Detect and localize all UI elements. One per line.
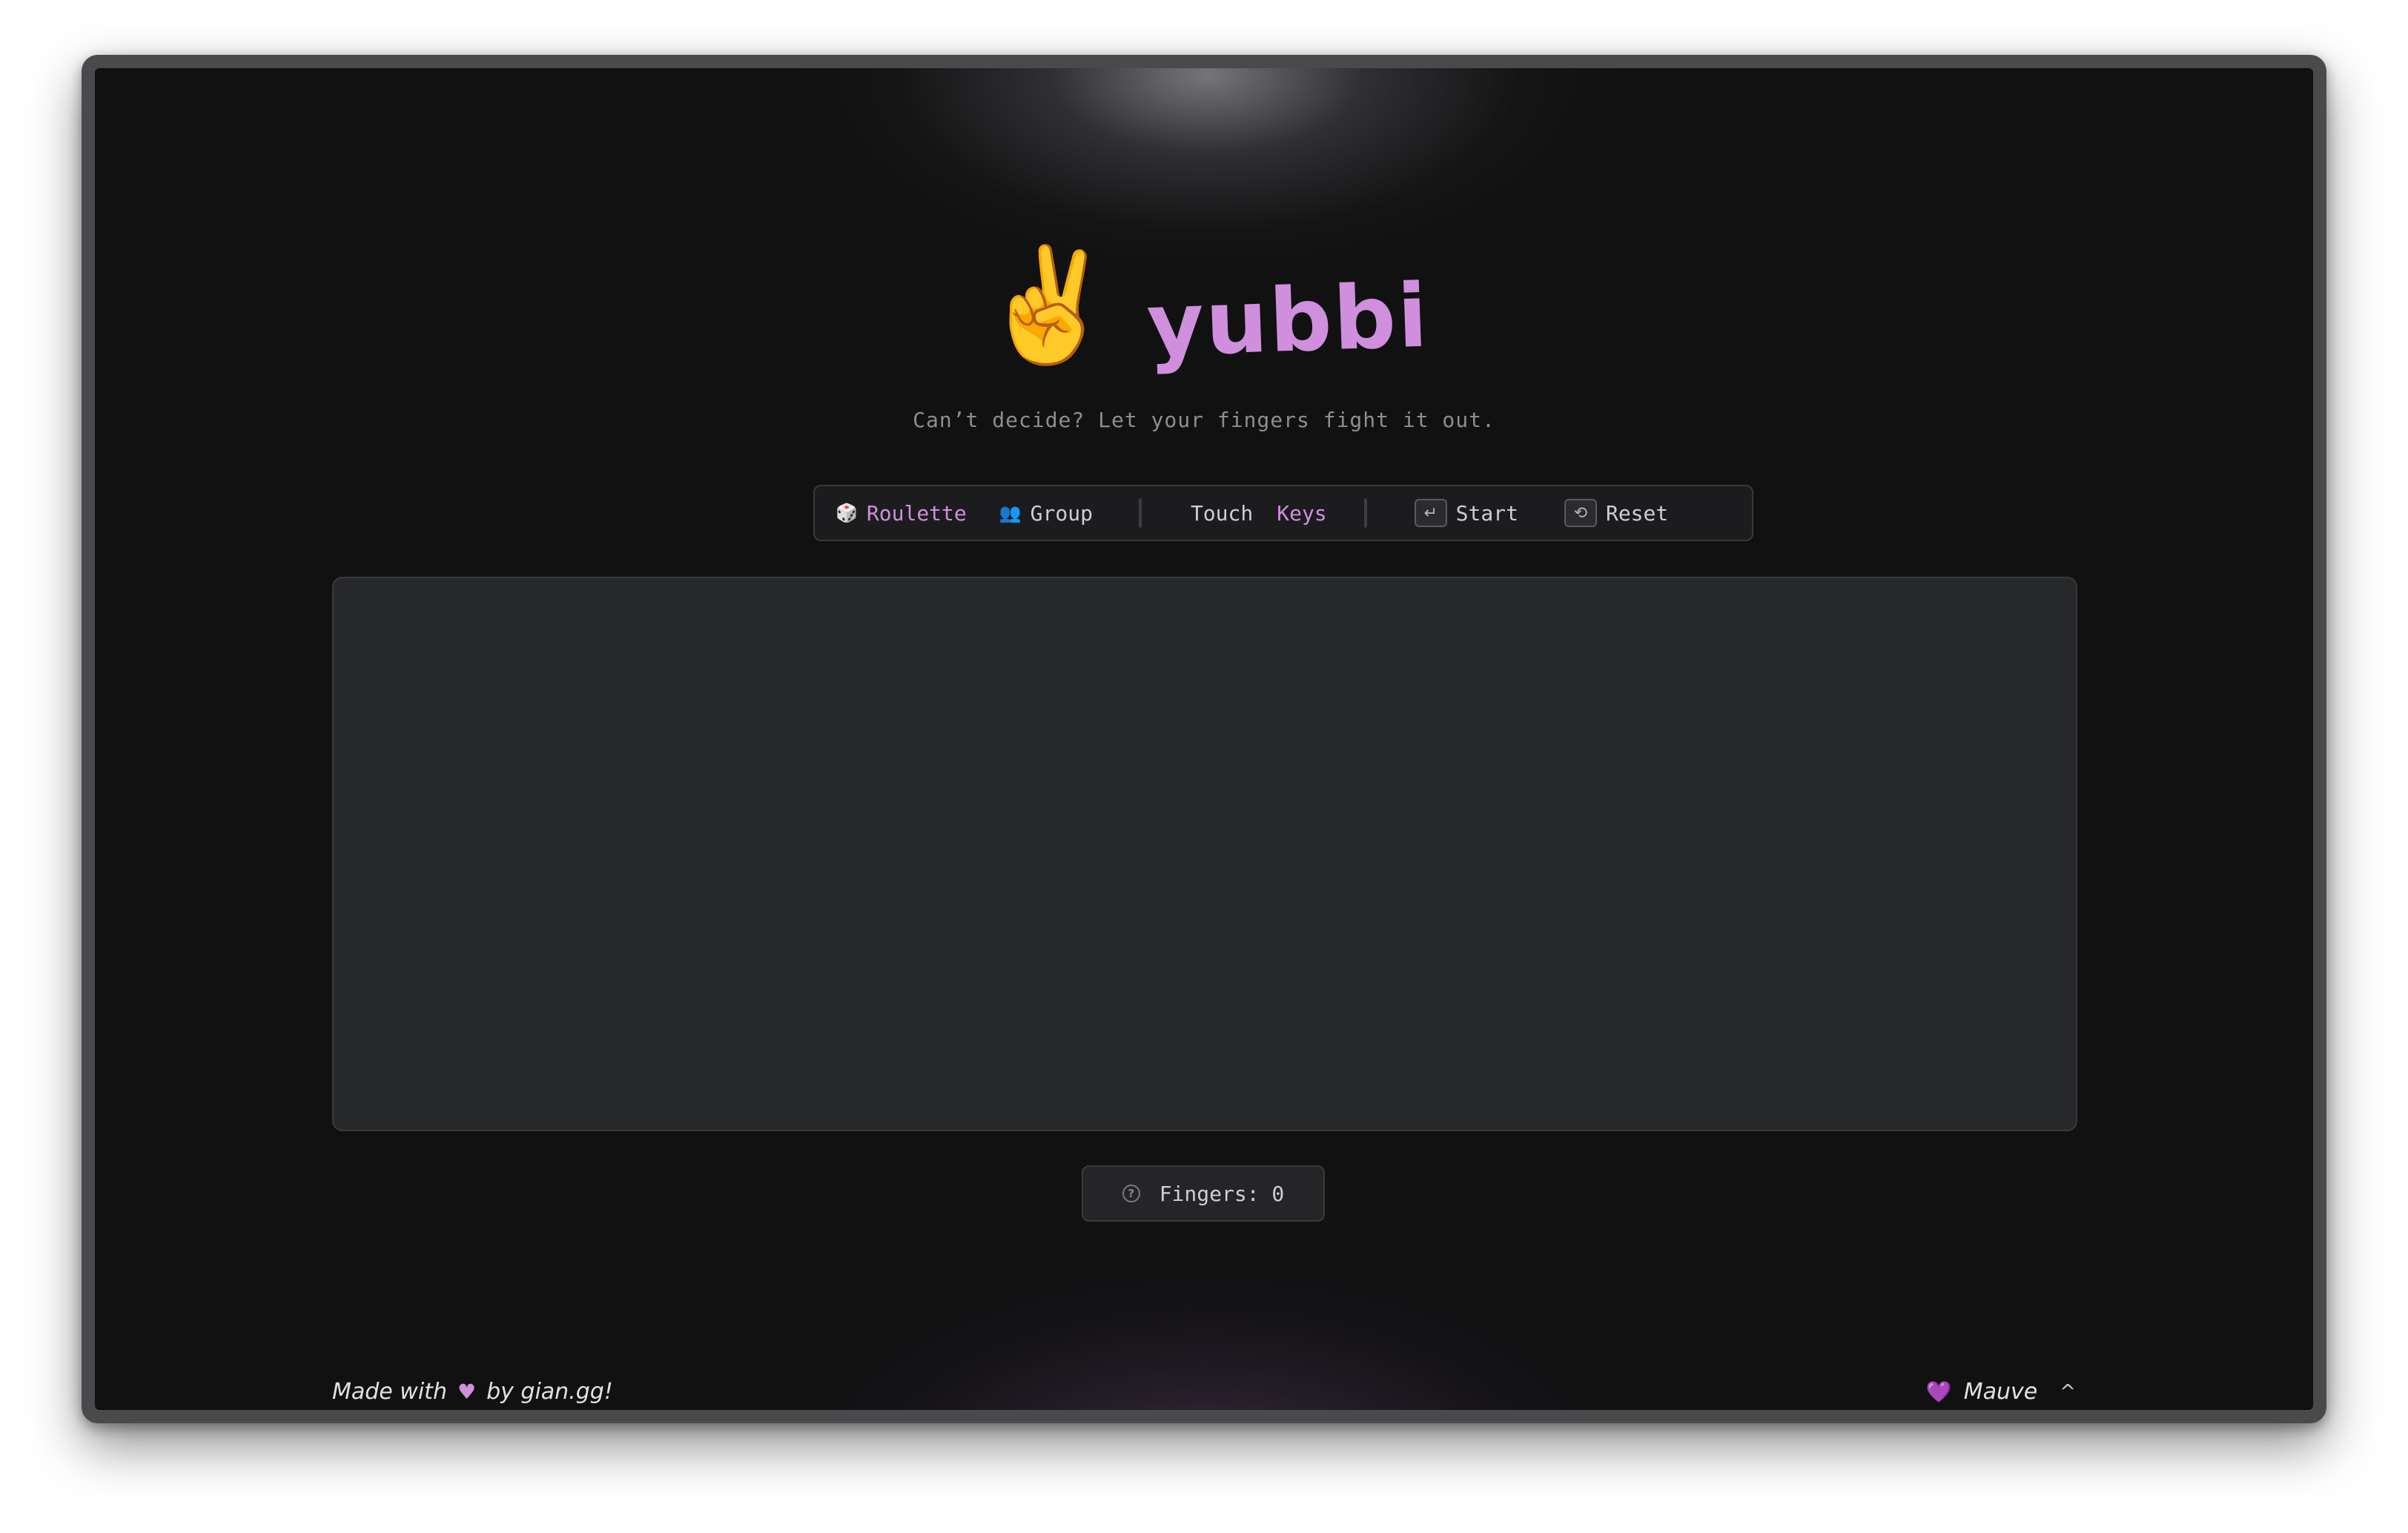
footer-made-with: Made with — [332, 1379, 447, 1405]
purple-heart-icon: 💜 — [1925, 1380, 1952, 1404]
logo-text: yubbi — [1145, 264, 1431, 377]
heart-icon: ♥ — [457, 1380, 477, 1404]
dice-icon: 🎲 — [836, 503, 858, 523]
chevron-up-icon: ^ — [2060, 1380, 2076, 1403]
touch-area[interactable] — [332, 577, 2077, 1131]
input-touch-button[interactable]: Touch — [1191, 501, 1253, 526]
mode-group-button[interactable]: 👥 Group — [999, 501, 1093, 526]
app-screen: ✌️ yubbi Can’t decide? Let your fingers … — [95, 68, 2313, 1410]
input-keys-label: Keys — [1277, 500, 1327, 526]
group-icon: 👥 — [999, 503, 1022, 523]
toolbar-divider — [1363, 498, 1367, 528]
footer-author-link[interactable]: by gian.gg! — [486, 1379, 613, 1405]
mode-group-label: Group — [1030, 500, 1093, 526]
help-icon[interactable]: ? — [1122, 1185, 1140, 1202]
theme-label: Mauve — [1963, 1379, 2038, 1405]
input-touch-label: Touch — [1190, 500, 1254, 526]
toolbar-divider — [1138, 498, 1142, 528]
app-content: ✌️ yubbi Can’t decide? Let your fingers … — [95, 68, 2313, 1410]
mode-roulette-label: Roulette — [866, 500, 967, 526]
logo: ✌️ yubbi — [95, 239, 2313, 387]
input-keys-button[interactable]: Keys — [1277, 501, 1326, 526]
reset-label: Reset — [1605, 500, 1669, 526]
start-label: Start — [1455, 500, 1518, 526]
enter-key-icon: ↵ — [1414, 499, 1447, 527]
victory-hand-icon: ✌️ — [979, 241, 1118, 370]
mode-roulette-button[interactable]: 🎲 Roulette — [836, 501, 967, 526]
reset-icon: ⟲ — [1564, 499, 1597, 527]
toolbar: 🎲 Roulette 👥 Group Touch Keys ↵ Start ⟲ … — [813, 485, 1753, 541]
device-frame: ✌️ yubbi Can’t decide? Let your fingers … — [82, 55, 2326, 1423]
tagline: Can’t decide? Let your fingers fight it … — [913, 408, 1495, 432]
fingers-count-label: Fingers: 0 — [1159, 1181, 1285, 1206]
start-button[interactable]: ↵ Start — [1414, 499, 1518, 527]
reset-button[interactable]: ⟲ Reset — [1564, 499, 1668, 527]
fingers-counter: ? Fingers: 0 — [1082, 1165, 1325, 1222]
footer-credit: Made with ♥ by gian.gg! — [332, 1379, 613, 1405]
theme-selector[interactable]: 💜 Mauve ^ — [1926, 1379, 2076, 1405]
